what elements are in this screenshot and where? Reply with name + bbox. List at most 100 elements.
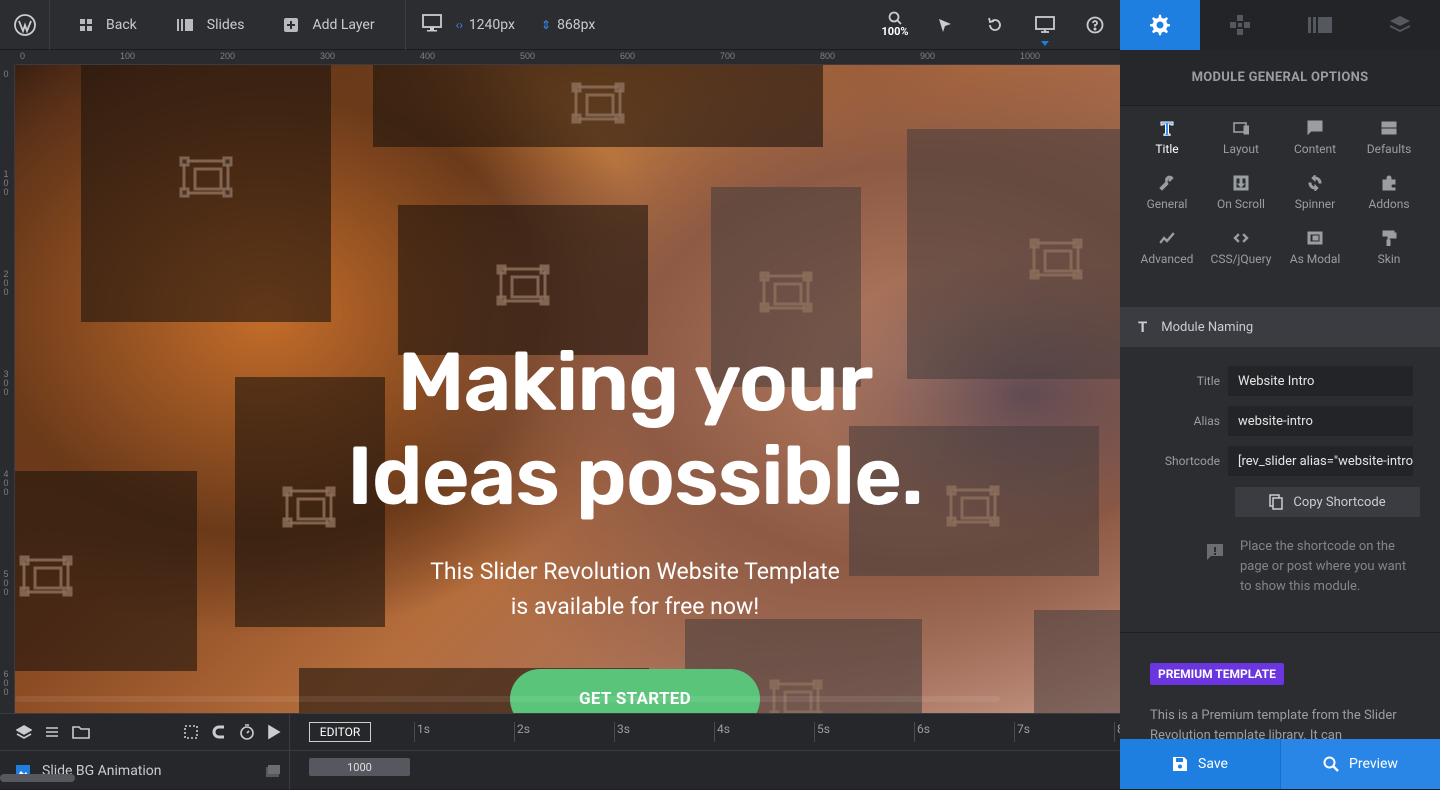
canvas-scrollbar[interactable] [15, 696, 1000, 702]
grid-icon [80, 18, 92, 31]
preview-label: Preview [1349, 756, 1398, 772]
title-row: Title Website Intro [1120, 366, 1440, 396]
slide-bg-animation-row[interactable]: Slide BG Animation [0, 750, 289, 790]
option-label: CSS/jQuery [1210, 252, 1272, 266]
wordpress-logo-icon[interactable] [0, 0, 50, 50]
ruler-tick-label: 200 [220, 51, 236, 61]
trend-icon [1159, 232, 1175, 244]
options-grid: Title Layout Content Defaults General On Scro… [1120, 106, 1440, 279]
gallery-icon[interactable] [265, 764, 281, 778]
puzzle-icon [1382, 175, 1396, 191]
preview-button[interactable]: Preview [1280, 739, 1440, 789]
timeline-tick: 1s [414, 722, 430, 742]
device-preview-icon[interactable] [1020, 0, 1070, 50]
add-layer-button[interactable]: Add Layer [264, 0, 394, 50]
timeline-divider [290, 750, 1120, 751]
timeline-tick: 6s [914, 722, 930, 742]
option-on-scroll[interactable]: On Scroll [1204, 175, 1278, 224]
back-button[interactable]: Back [50, 0, 157, 50]
layer-group-box[interactable] [1034, 610, 1120, 713]
ruler-tick-label: 300 [3, 369, 9, 397]
timer-icon[interactable] [239, 724, 255, 740]
title-label: Title [1196, 374, 1220, 388]
panel-tabs [1120, 0, 1440, 50]
ruler-tick-label: 100 [3, 169, 9, 197]
slide-canvas[interactable]: Making your Ideas possible. This Slider … [15, 65, 1120, 713]
undo-icon[interactable] [970, 0, 1020, 50]
timeline-bar[interactable]: 1000 [309, 758, 410, 776]
timeline-scrollbar[interactable] [0, 774, 75, 782]
option-label: Spinner [1294, 197, 1336, 211]
vertical-ruler: 0 100 200 300 400 500 600 [0, 65, 15, 713]
subtext-line-1[interactable]: This Slider Revolution Website Template [15, 554, 1120, 589]
option-css-jquery[interactable]: CSS/jQuery [1204, 230, 1278, 279]
option-label: Content [1293, 142, 1337, 156]
shortcode-input[interactable]: [rev_slider alias="website-intro"] [1228, 446, 1413, 476]
slides-button[interactable]: Slides [157, 0, 265, 50]
timeline-track[interactable]: EDITOR 1s2s3s4s5s6s7s8 1000 [290, 714, 1124, 790]
timeline-tick: 7s [1014, 722, 1030, 742]
play-icon[interactable] [267, 724, 281, 740]
add-layer-label: Add Layer [312, 16, 375, 33]
shortcode-label: Shortcode [1164, 454, 1220, 468]
search-icon [1323, 756, 1339, 772]
module-naming-header[interactable]: T Module Naming [1120, 307, 1440, 347]
width-value: 1240px [468, 16, 515, 33]
option-as-modal[interactable]: As Modal [1278, 230, 1352, 279]
top-toolbar: Back Slides Add Layer ‹› 1240px ⇕ 868px … [0, 0, 1120, 50]
desktop-view-icon[interactable] [421, 13, 442, 36]
active-device-indicator [1041, 40, 1049, 46]
timeline-tick: 2s [514, 722, 530, 742]
option-addons[interactable]: Addons [1352, 175, 1426, 224]
cursor-icon[interactable] [920, 0, 970, 50]
copy-shortcode-button[interactable]: Copy Shortcode [1235, 487, 1420, 517]
help-icon[interactable] [1070, 0, 1120, 50]
timeline-tick: 3s [614, 722, 630, 742]
tab-module-settings[interactable] [1120, 0, 1200, 50]
width-field[interactable]: ‹› 1240px [456, 17, 515, 33]
option-spinner[interactable]: Spinner [1278, 175, 1352, 224]
option-label: General [1146, 197, 1188, 211]
wrench-icon [1159, 175, 1174, 191]
option-label: Title [1155, 142, 1179, 156]
list-icon[interactable] [44, 724, 60, 740]
option-label: Addons [1368, 197, 1410, 211]
selection-icon[interactable] [183, 724, 199, 740]
folder-icon[interactable] [72, 724, 90, 740]
zoom-control[interactable]: 100% [870, 0, 920, 50]
panel-title: MODULE GENERAL OPTIONS [1120, 50, 1440, 106]
tab-navigation[interactable] [1200, 0, 1280, 50]
subtext-line-2[interactable]: is available for free now! [15, 589, 1120, 624]
alias-input[interactable]: website-intro [1228, 406, 1413, 436]
option-defaults[interactable]: Defaults [1352, 120, 1426, 169]
save-button[interactable]: Save [1120, 739, 1280, 789]
tab-slides[interactable] [1280, 0, 1360, 50]
title-input[interactable]: Website Intro [1228, 366, 1413, 396]
option-label: Skin [1377, 252, 1401, 266]
option-content[interactable]: Content [1278, 120, 1352, 169]
panel-divider [1120, 632, 1440, 633]
headline-line-2[interactable]: Ideas possible. [15, 429, 1120, 523]
option-title[interactable]: Title [1130, 120, 1204, 169]
headline-line-1[interactable]: Making your [15, 335, 1120, 429]
zoom-icon [888, 11, 902, 25]
slides-label: Slides [206, 16, 245, 33]
modal-icon [1307, 231, 1323, 245]
option-general[interactable]: General [1130, 175, 1204, 224]
option-layout[interactable]: Layout [1204, 120, 1278, 169]
height-field[interactable]: ⇕ 868px [541, 17, 595, 33]
timeline-tick: 4s [714, 722, 730, 742]
module-naming-label: Module Naming [1161, 319, 1254, 335]
option-skin[interactable]: Skin [1352, 230, 1426, 279]
layers-icon [1390, 16, 1410, 32]
options-panel: MODULE GENERAL OPTIONS Title Layout Conten… [1120, 0, 1440, 789]
editor-button[interactable]: EDITOR [309, 722, 371, 742]
ruler-tick-label: 200 [3, 269, 9, 297]
back-label: Back [106, 16, 137, 33]
get-started-button[interactable]: GET STARTED [510, 669, 760, 713]
layers-icon[interactable] [16, 724, 32, 740]
option-advanced[interactable]: Advanced [1130, 230, 1204, 279]
magnet-icon[interactable] [211, 724, 227, 740]
tab-layers[interactable] [1360, 0, 1440, 50]
ruler-tick-label: 600 [620, 51, 636, 61]
